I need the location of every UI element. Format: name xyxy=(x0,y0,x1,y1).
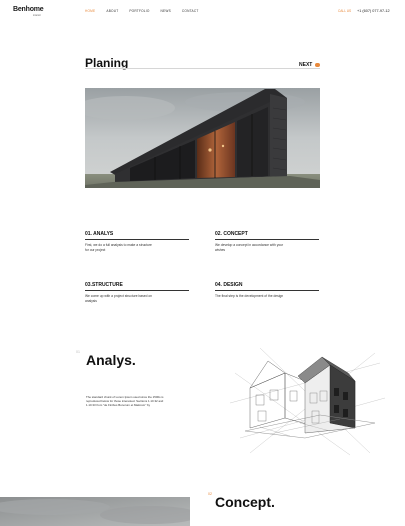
step-design: 04. DESIGN The final step is the develop… xyxy=(215,282,319,299)
next-dot-icon xyxy=(315,62,320,68)
logo[interactable]: Benhome interior xyxy=(13,6,44,17)
concept-image xyxy=(0,497,190,526)
nav-about[interactable]: ABOUT xyxy=(106,9,118,13)
step-title: 04. DESIGN xyxy=(215,282,243,288)
section-title-concept: Concept. xyxy=(215,494,275,510)
step-title: 02. CONCEPT xyxy=(215,231,248,237)
section-title-analys: Analys. xyxy=(86,352,136,368)
step-analys: 01. ANALYS First, we do a full analysis … xyxy=(85,231,189,252)
step-concept: 02. CONCEPT We develop a concept in acco… xyxy=(215,231,319,252)
step-divider xyxy=(215,289,319,290)
section-number: 02 xyxy=(208,492,212,496)
nav-home[interactable]: HOME xyxy=(85,9,95,13)
step-divider xyxy=(215,238,319,239)
logo-name: Benhome xyxy=(13,6,44,13)
step-text: The final step is the development of the… xyxy=(215,294,284,298)
nav-news[interactable]: NEWS xyxy=(161,9,171,13)
step-text: We come up with a project structure base… xyxy=(85,294,153,303)
house-sketch-image xyxy=(229,343,386,458)
phone-link[interactable]: +1 (607) 077-97-12 xyxy=(357,9,390,13)
step-divider xyxy=(85,238,189,239)
site-header: Benhome interior HOME ABOUT PORTFOLIO NE… xyxy=(0,0,405,24)
step-text: First, we do a full analysis to make a s… xyxy=(85,243,152,252)
call-us-label: CALL US xyxy=(338,9,352,13)
step-title: 03.STRUCTURE xyxy=(85,282,123,288)
logo-subtitle: interior xyxy=(33,14,41,17)
nav-contact[interactable]: CONTACT xyxy=(182,9,199,13)
step-title: 01. ANALYS xyxy=(85,231,114,237)
section-text-analys: The standard chunk of Lorem Ipsum used s… xyxy=(86,395,164,408)
section-number: 01 xyxy=(76,350,80,354)
step-structure: 03.STRUCTURE We come up with a project s… xyxy=(85,282,189,303)
hero-building-image xyxy=(85,88,320,188)
step-divider xyxy=(85,289,189,290)
main-nav: HOME ABOUT PORTFOLIO NEWS CONTACT xyxy=(85,9,209,13)
nav-portfolio[interactable]: PORTFOLIO xyxy=(129,9,149,13)
step-text: We develop a concept in accordance with … xyxy=(215,243,284,252)
title-divider xyxy=(85,68,320,69)
